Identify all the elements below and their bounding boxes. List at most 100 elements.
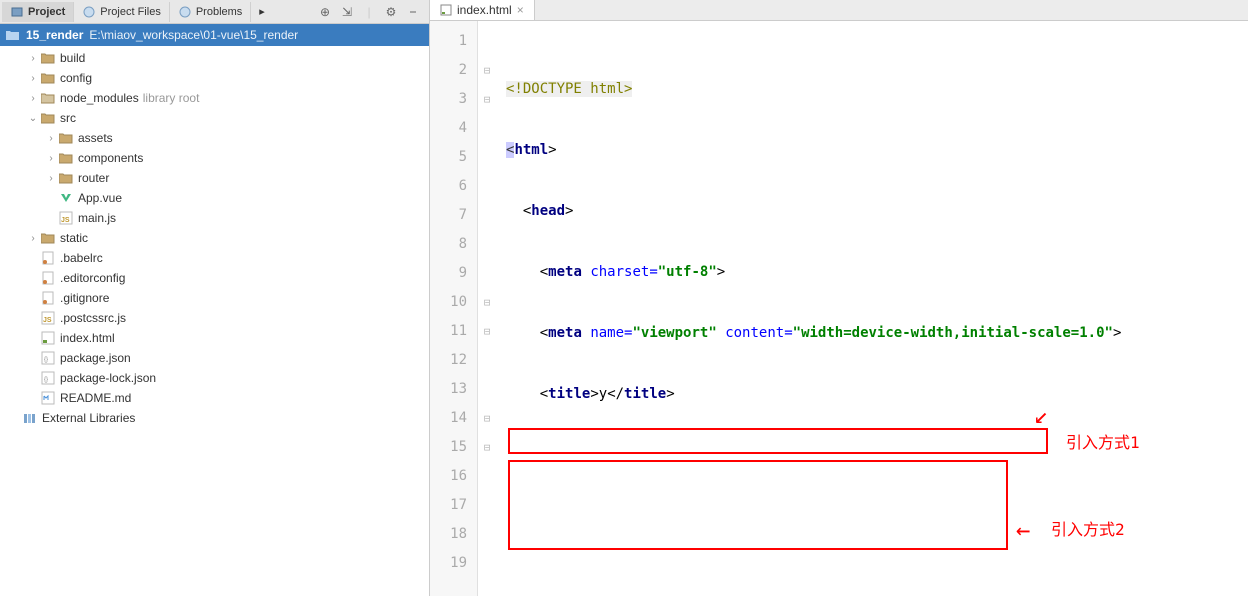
editor-tab-label: index.html: [457, 3, 512, 17]
tree-arrow-icon[interactable]: ⌄: [26, 113, 40, 124]
play-icon: ▸: [259, 5, 265, 18]
tree-item[interactable]: App.vue: [0, 188, 429, 208]
tree-item-label: .babelrc: [60, 251, 103, 265]
fold-handle[interactable]: ⊟: [478, 433, 496, 462]
close-icon[interactable]: ×: [517, 3, 524, 17]
editor-area: index.html × 123456789101112131415161718…: [430, 0, 1248, 596]
fold-handle[interactable]: ⊟: [478, 56, 496, 85]
tree-item[interactable]: › config: [0, 68, 429, 88]
project-sidebar: Project Project Files Problems ▸ ⊕ ⇲ |: [0, 0, 430, 596]
fold-handle: [478, 549, 496, 578]
tab-project[interactable]: Project: [2, 2, 74, 22]
code-content[interactable]: <!DOCTYPE html> <html> <head> <meta char…: [496, 21, 1248, 596]
line-number: 11: [430, 317, 477, 346]
fold-handle: [478, 491, 496, 520]
tree-arrow-icon[interactable]: ›: [26, 73, 40, 84]
tree-item-label: src: [60, 111, 76, 125]
project-path-text: E:\miaov_workspace\01-vue\15_render: [89, 28, 298, 42]
line-number: 1: [430, 27, 477, 56]
fold-handle[interactable]: ⊟: [478, 85, 496, 114]
fold-handle: [478, 143, 496, 172]
fold-handle[interactable]: ⊟: [478, 288, 496, 317]
folder-icon: [40, 110, 56, 126]
project-tree[interactable]: › build › config ›node_moduleslibrary root ⌄ s…: [0, 46, 429, 596]
fold-handle: [478, 375, 496, 404]
fold-handle[interactable]: ⊟: [478, 404, 496, 433]
line-number: 18: [430, 520, 477, 549]
fold-handle: [478, 172, 496, 201]
editor-body[interactable]: 12345678910111213141516171819 ⊟⊟⊟⊟⊟⊟ <!D…: [430, 21, 1248, 596]
line-number: 9: [430, 259, 477, 288]
tree-item[interactable]: {}package.json: [0, 348, 429, 368]
tree-item[interactable]: External Libraries: [0, 408, 429, 428]
fold-gutter: ⊟⊟⊟⊟⊟⊟: [478, 21, 496, 596]
fold-handle: [478, 462, 496, 491]
folder-open-icon: [6, 29, 20, 41]
tree-item[interactable]: › static: [0, 228, 429, 248]
fold-handle: [478, 27, 496, 56]
line-number: 12: [430, 346, 477, 375]
problems-icon: [178, 5, 192, 19]
tab-play[interactable]: ▸: [251, 2, 273, 21]
svg-text:{}: {}: [44, 357, 48, 363]
tree-item-label: .gitignore: [60, 291, 109, 305]
tab-project-files[interactable]: Project Files: [74, 2, 170, 22]
tree-arrow-icon[interactable]: ›: [26, 93, 40, 104]
line-number: 19: [430, 549, 477, 578]
tree-item[interactable]: ›router: [0, 168, 429, 188]
tree-item-label: components: [78, 151, 143, 165]
line-number-gutter: 12345678910111213141516171819: [430, 21, 478, 596]
tree-item-label: build: [60, 51, 85, 65]
folder-lib-icon: [40, 90, 56, 106]
fold-handle: [478, 230, 496, 259]
tree-item[interactable]: › assets: [0, 128, 429, 148]
json-icon: {}: [40, 370, 56, 386]
tree-item[interactable]: ›node_moduleslibrary root: [0, 88, 429, 108]
tree-item-label: static: [60, 231, 88, 245]
tree-item-label: .editorconfig: [60, 271, 125, 285]
vue-icon: [58, 190, 74, 206]
tree-arrow-icon[interactable]: ›: [44, 133, 58, 144]
tree-item[interactable]: .editorconfig: [0, 268, 429, 288]
tree-item-label: .postcssrc.js: [60, 311, 126, 325]
tree-item[interactable]: JS .postcssrc.js: [0, 308, 429, 328]
line-number: 6: [430, 172, 477, 201]
json-icon: {}: [40, 350, 56, 366]
minimize-icon[interactable]: ⎯: [405, 4, 421, 20]
tree-arrow-icon[interactable]: ›: [26, 233, 40, 244]
tree-item[interactable]: index.html: [0, 328, 429, 348]
tree-arrow-icon[interactable]: ›: [44, 153, 58, 164]
tree-item[interactable]: README.md: [0, 388, 429, 408]
tree-item[interactable]: ⌄ src: [0, 108, 429, 128]
line-number: 13: [430, 375, 477, 404]
file-icon: [40, 290, 56, 306]
tab-problems[interactable]: Problems: [170, 2, 251, 22]
folder-icon: [58, 130, 74, 146]
line-number: 2: [430, 56, 477, 85]
tree-item[interactable]: {}package-lock.json: [0, 368, 429, 388]
fold-handle: [478, 520, 496, 549]
tree-item[interactable]: JSmain.js: [0, 208, 429, 228]
fold-handle[interactable]: ⊟: [478, 317, 496, 346]
editor-tab-index-html[interactable]: index.html ×: [430, 0, 535, 20]
js-icon: JS: [40, 310, 56, 326]
line-number: 7: [430, 201, 477, 230]
locate-icon[interactable]: ⊕: [317, 4, 333, 20]
divider: |: [361, 4, 377, 20]
tab-label: Project: [28, 6, 65, 18]
tree-item[interactable]: › build: [0, 48, 429, 68]
tree-item-label: assets: [78, 131, 113, 145]
tree-item[interactable]: .gitignore: [0, 288, 429, 308]
gear-icon[interactable]: ⚙: [383, 4, 399, 20]
line-number: 10: [430, 288, 477, 317]
tree-item[interactable]: › components: [0, 148, 429, 168]
tree-arrow-icon[interactable]: ›: [44, 173, 58, 184]
project-icon: [10, 5, 24, 19]
project-path-bar[interactable]: 15_render E:\miaov_workspace\01-vue\15_r…: [0, 24, 429, 46]
fold-handle: [478, 114, 496, 143]
collapse-icon[interactable]: ⇲: [339, 4, 355, 20]
tree-item[interactable]: .babelrc: [0, 248, 429, 268]
tree-item-label: config: [60, 71, 92, 85]
tree-arrow-icon[interactable]: ›: [26, 53, 40, 64]
folder-icon: [40, 50, 56, 66]
